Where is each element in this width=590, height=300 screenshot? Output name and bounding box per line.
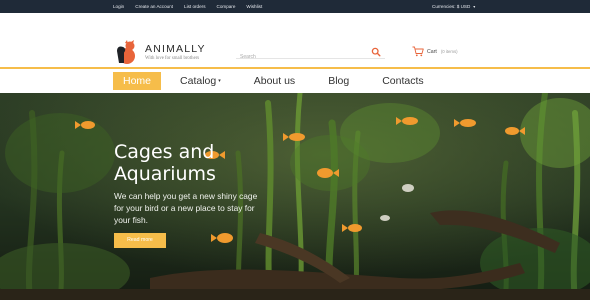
login-link[interactable]: Login [113, 2, 124, 11]
search-icon[interactable] [371, 47, 381, 57]
chevron-down-icon: ▾ [473, 4, 476, 9]
search-box [236, 45, 385, 63]
logo-icon[interactable] [114, 39, 138, 65]
nav-item-blog[interactable]: Blog [319, 72, 358, 90]
logo-name: ANIMALLY [145, 43, 206, 55]
site-header: ANIMALLY With love for small brothers Ca… [0, 13, 590, 67]
compare-link[interactable]: Compare [217, 2, 236, 11]
hero-banner: Cages and Aquariums We can help you get … [0, 93, 590, 300]
list-orders-link[interactable]: List orders [184, 2, 205, 11]
read-more-button[interactable]: Read more [114, 233, 166, 248]
main-navigation: Home Catalog ▾ About us Blog Contacts [0, 67, 590, 93]
currency-selector[interactable]: Currencies: $ USD ▾ [432, 2, 475, 11]
hero-description: We can help you get a new shiny cage for… [114, 191, 258, 225]
cart-label: Cart [427, 48, 437, 55]
cart-icon [412, 46, 424, 57]
create-account-link[interactable]: Create an Account [135, 2, 173, 11]
cart-button[interactable]: Cart (0 items) [412, 46, 458, 57]
chevron-down-icon: ▾ [218, 78, 221, 85]
logo-text: ANIMALLY With love for small brothers [145, 43, 206, 62]
nav-item-home[interactable]: Home [113, 72, 162, 90]
nav-item-contacts[interactable]: Contacts [373, 72, 432, 90]
search-input[interactable] [236, 51, 356, 63]
nav-item-catalog[interactable]: Catalog ▾ [171, 72, 230, 90]
logo-tagline: With love for small brothers [145, 56, 200, 61]
top-bar: Login Create an Account List orders Comp… [0, 0, 590, 13]
cart-count: (0 items) [440, 49, 458, 54]
nav-item-catalog-label: Catalog [180, 75, 217, 87]
wishlist-link[interactable]: Wishlist [246, 2, 262, 11]
nav-item-about-us[interactable]: About us [245, 72, 304, 90]
currency-label: Currencies: $ USD [432, 4, 471, 9]
account-links: Login Create an Account List orders Comp… [113, 2, 262, 11]
aquarium-image [0, 93, 590, 300]
hero-title: Cages and Aquariums [114, 141, 216, 185]
